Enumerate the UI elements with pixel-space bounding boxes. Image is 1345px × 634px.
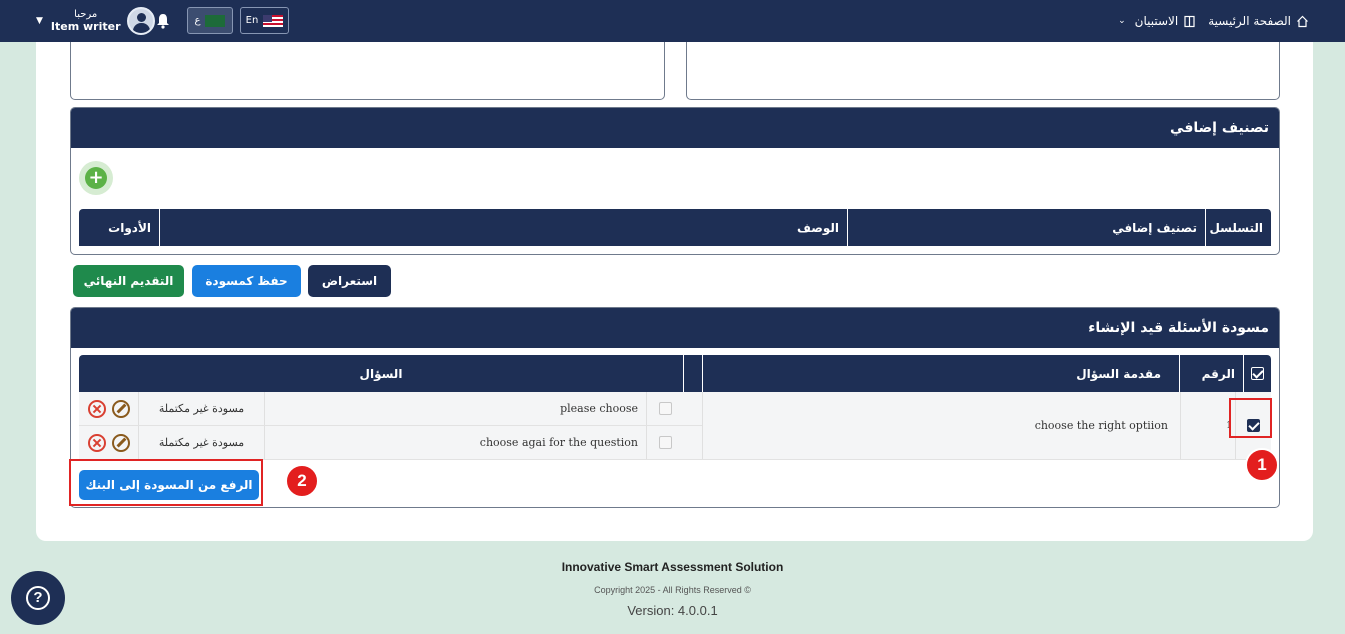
- col-number: الرقم: [1179, 355, 1243, 392]
- delete-icon[interactable]: [88, 434, 106, 452]
- text-area-left[interactable]: [70, 42, 665, 100]
- lang-en-label: En: [245, 15, 259, 26]
- select-all-checkbox[interactable]: [1251, 367, 1264, 380]
- final-submit-button[interactable]: التقديم النهائي: [73, 265, 184, 297]
- nav-home[interactable]: الصفحة الرئيسية: [1208, 14, 1309, 28]
- help-button[interactable]: ?: [11, 571, 65, 625]
- home-icon: [1297, 15, 1308, 27]
- group-intro: choose the right optiion: [702, 392, 1180, 459]
- row-select-cell: [646, 392, 683, 425]
- preview-button[interactable]: استعراض: [308, 265, 391, 297]
- col-spacer: [683, 355, 702, 392]
- draft-table-header: الرقم مقدمة السؤال السؤال: [79, 355, 1271, 392]
- delete-icon[interactable]: [88, 400, 106, 418]
- group-number: 1: [1180, 392, 1235, 459]
- row-checkbox[interactable]: [658, 402, 672, 415]
- user-menu[interactable]: ▼ مرحبا Item writer: [36, 5, 155, 37]
- avatar[interactable]: [126, 7, 155, 35]
- highlight-upload-button: [69, 459, 263, 506]
- main-nav: الصفحة الرئيسية الاستبيان ⌄: [1118, 0, 1309, 42]
- col-intro: مقدمة السؤال: [702, 355, 1179, 392]
- row-tools: [79, 392, 138, 425]
- question-mark-icon: ?: [26, 586, 50, 610]
- add-classification-button[interactable]: +: [79, 161, 113, 195]
- caret-down-icon[interactable]: ▼: [36, 16, 43, 26]
- nav-survey-label: الاستبيان: [1134, 14, 1179, 28]
- plus-icon: +: [85, 167, 107, 189]
- additional-classification-panel: تصنيف إضافي + التسلسل تصنيف إضافي الوصف …: [70, 107, 1280, 255]
- col-sequence: التسلسل: [1205, 209, 1271, 246]
- row-status: مسودة غير مكتملة: [138, 426, 264, 459]
- top-navbar: ▼ مرحبا Item writer ع En الصفحة الرئيسية: [0, 0, 1345, 42]
- row-question: choose agai for the question: [264, 426, 646, 459]
- footer-copyright: Copyright 2025 - All Rights Reserved ©: [594, 585, 751, 595]
- col-tools: الأدوات: [108, 220, 151, 235]
- us-flag-icon: [263, 14, 284, 27]
- question-group: choose the right optiion 1: [702, 392, 1271, 460]
- select-all-cell: [1243, 355, 1271, 392]
- panel-title: مسودة الأسئلة قيد الإنشاء: [71, 308, 1279, 348]
- bell-icon[interactable]: [156, 13, 170, 29]
- classification-table-header: التسلسل تصنيف إضافي الوصف الأدوات: [79, 209, 1271, 246]
- col-classification: تصنيف إضافي: [847, 209, 1205, 246]
- col-question: السؤال: [359, 366, 403, 381]
- step-marker-1: 1: [1245, 448, 1279, 482]
- step-marker-2: 2: [285, 464, 319, 498]
- nav-survey[interactable]: الاستبيان ⌄: [1118, 14, 1196, 28]
- footer-product: Innovative Smart Assessment Solution: [561, 560, 784, 574]
- highlight-checkbox: [1229, 398, 1272, 438]
- row-question: please choose: [264, 392, 646, 425]
- edit-icon[interactable]: [112, 400, 130, 418]
- col-description: الوصف: [159, 209, 847, 246]
- nav-home-label: الصفحة الرئيسية: [1208, 14, 1291, 28]
- edit-icon[interactable]: [112, 434, 130, 452]
- language-english-button[interactable]: En: [240, 7, 289, 34]
- chevron-down-icon[interactable]: ⌄: [1118, 16, 1126, 26]
- survey-icon: [1184, 15, 1195, 27]
- saudi-flag-icon: [205, 14, 226, 27]
- row-select-cell: [646, 426, 683, 459]
- language-arabic-button[interactable]: ع: [187, 7, 233, 34]
- row-checkbox[interactable]: [658, 436, 672, 449]
- save-draft-button[interactable]: حفظ كمسودة: [192, 265, 301, 297]
- footer-version: Version: 4.0.0.1: [627, 603, 718, 618]
- user-info[interactable]: مرحبا Item writer: [51, 9, 121, 33]
- panel-title: تصنيف إضافي: [71, 108, 1279, 148]
- lang-ar-label: ع: [194, 15, 201, 26]
- text-area-right[interactable]: [686, 42, 1280, 100]
- row-status: مسودة غير مكتملة: [138, 392, 264, 425]
- user-role: Item writer: [50, 20, 121, 33]
- row-tools: [79, 426, 138, 459]
